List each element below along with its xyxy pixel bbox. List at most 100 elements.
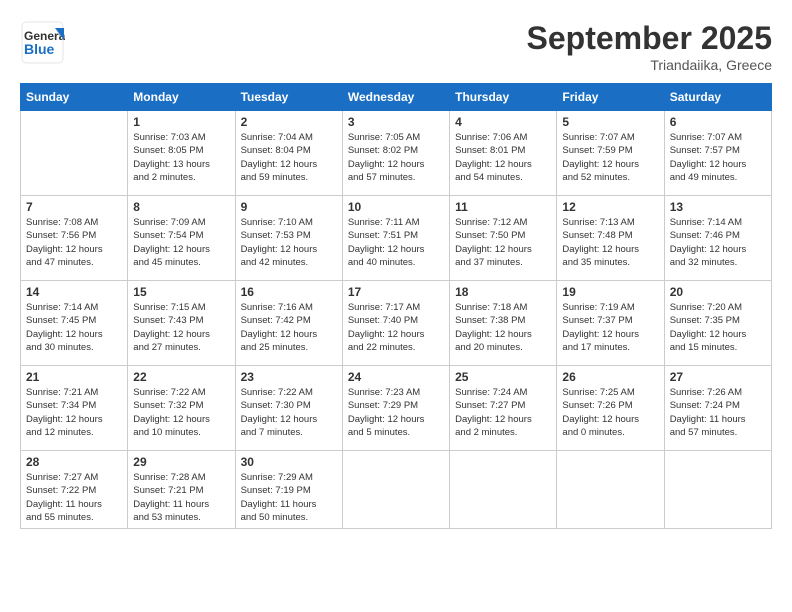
table-row: 6 Sunrise: 7:07 AMSunset: 7:57 PMDaylight… (664, 111, 771, 196)
day-number: 1 (133, 115, 229, 129)
day-number: 12 (562, 200, 658, 214)
col-friday: Friday (557, 84, 664, 111)
day-info: Sunrise: 7:15 AMSunset: 7:43 PMDaylight:… (133, 301, 229, 354)
page-header: General Blue September 2025 Triandaiika,… (20, 20, 772, 73)
day-info: Sunrise: 7:23 AMSunset: 7:29 PMDaylight:… (348, 386, 444, 439)
day-number: 27 (670, 370, 766, 384)
table-row: 9 Sunrise: 7:10 AMSunset: 7:53 PMDaylight… (235, 196, 342, 281)
day-number: 23 (241, 370, 337, 384)
table-row: 2 Sunrise: 7:04 AMSunset: 8:04 PMDaylight… (235, 111, 342, 196)
table-row (342, 451, 449, 529)
table-row: 22Sunrise: 7:22 AMSunset: 7:32 PMDayligh… (128, 366, 235, 451)
day-info: Sunrise: 7:03 AMSunset: 8:05 PMDaylight:… (133, 131, 229, 184)
day-number: 25 (455, 370, 551, 384)
calendar-header-row: Sunday Monday Tuesday Wednesday Thursday… (21, 84, 772, 111)
table-row: 30Sunrise: 7:29 AMSunset: 7:19 PMDayligh… (235, 451, 342, 529)
table-row: 20 Sunrise: 7:20 AMSunset: 7:35 PMDayligh… (664, 281, 771, 366)
svg-text:Blue: Blue (24, 41, 55, 57)
day-number: 28 (26, 455, 122, 469)
day-info: Sunrise: 7:07 AMSunset: 7:57 PMDaylight:… (670, 131, 766, 184)
day-info: Sunrise: 7:07 AMSunset: 7:59 PMDaylight:… (562, 131, 658, 184)
day-number: 24 (348, 370, 444, 384)
day-info: Sunrise: 7:08 AMSunset: 7:56 PMDaylight:… (26, 216, 122, 269)
day-info: Sunrise: 7:09 AMSunset: 7:54 PMDaylight:… (133, 216, 229, 269)
day-info: Sunrise: 7:24 AMSunset: 7:27 PMDaylight:… (455, 386, 551, 439)
table-row (21, 111, 128, 196)
table-row: 11 Sunrise: 7:12 AMSunset: 7:50 PMDayligh… (450, 196, 557, 281)
day-info: Sunrise: 7:28 AMSunset: 7:21 PMDaylight:… (133, 471, 229, 524)
col-sunday: Sunday (21, 84, 128, 111)
table-row: 16 Sunrise: 7:16 AMSunset: 7:42 PMDayligh… (235, 281, 342, 366)
table-row: 19 Sunrise: 7:19 AMSunset: 7:37 PMDayligh… (557, 281, 664, 366)
table-row: 3Sunrise: 7:05 AMSunset: 8:02 PMDaylight… (342, 111, 449, 196)
day-number: 3 (348, 115, 444, 129)
week-row-3: 14 Sunrise: 7:14 AMSunset: 7:45 PMDayligh… (21, 281, 772, 366)
day-number: 9 (241, 200, 337, 214)
day-info: Sunrise: 7:22 AMSunset: 7:32 PMDaylight:… (133, 386, 229, 439)
week-row-1: 1 Sunrise: 7:03 AMSunset: 8:05 PMDaylight… (21, 111, 772, 196)
week-row-2: 7 Sunrise: 7:08 AMSunset: 7:56 PMDaylight… (21, 196, 772, 281)
day-number: 19 (562, 285, 658, 299)
day-info: Sunrise: 7:12 AMSunset: 7:50 PMDaylight:… (455, 216, 551, 269)
day-number: 29 (133, 455, 229, 469)
table-row: 27 Sunrise: 7:26 AMSunset: 7:24 PMDayligh… (664, 366, 771, 451)
table-row: 12 Sunrise: 7:13 AMSunset: 7:48 PMDayligh… (557, 196, 664, 281)
day-number: 15 (133, 285, 229, 299)
day-number: 2 (241, 115, 337, 129)
day-info: Sunrise: 7:04 AMSunset: 8:04 PMDaylight:… (241, 131, 337, 184)
day-info: Sunrise: 7:20 AMSunset: 7:35 PMDaylight:… (670, 301, 766, 354)
day-info: Sunrise: 7:19 AMSunset: 7:37 PMDaylight:… (562, 301, 658, 354)
day-info: Sunrise: 7:10 AMSunset: 7:53 PMDaylight:… (241, 216, 337, 269)
day-number: 5 (562, 115, 658, 129)
day-info: Sunrise: 7:26 AMSunset: 7:24 PMDaylight:… (670, 386, 766, 439)
day-info: Sunrise: 7:14 AMSunset: 7:45 PMDaylight:… (26, 301, 122, 354)
day-info: Sunrise: 7:29 AMSunset: 7:19 PMDaylight:… (241, 471, 337, 524)
col-saturday: Saturday (664, 84, 771, 111)
location: Triandaiika, Greece (527, 57, 772, 73)
day-info: Sunrise: 7:27 AMSunset: 7:22 PMDaylight:… (26, 471, 122, 524)
logo: General Blue (20, 20, 65, 60)
day-number: 17 (348, 285, 444, 299)
day-number: 8 (133, 200, 229, 214)
table-row: 10 Sunrise: 7:11 AMSunset: 7:51 PMDayligh… (342, 196, 449, 281)
logo-icon: General Blue (20, 20, 60, 60)
col-thursday: Thursday (450, 84, 557, 111)
day-info: Sunrise: 7:17 AMSunset: 7:40 PMDaylight:… (348, 301, 444, 354)
day-info: Sunrise: 7:13 AMSunset: 7:48 PMDaylight:… (562, 216, 658, 269)
day-number: 13 (670, 200, 766, 214)
week-row-5: 28 Sunrise: 7:27 AMSunset: 7:22 PMDayligh… (21, 451, 772, 529)
day-number: 16 (241, 285, 337, 299)
day-number: 14 (26, 285, 122, 299)
table-row (450, 451, 557, 529)
col-tuesday: Tuesday (235, 84, 342, 111)
month-title: September 2025 (527, 20, 772, 57)
day-number: 20 (670, 285, 766, 299)
day-info: Sunrise: 7:18 AMSunset: 7:38 PMDaylight:… (455, 301, 551, 354)
day-info: Sunrise: 7:16 AMSunset: 7:42 PMDaylight:… (241, 301, 337, 354)
day-number: 10 (348, 200, 444, 214)
day-number: 11 (455, 200, 551, 214)
table-row: 21Sunrise: 7:21 AMSunset: 7:34 PMDayligh… (21, 366, 128, 451)
table-row: 24 Sunrise: 7:23 AMSunset: 7:29 PMDayligh… (342, 366, 449, 451)
day-info: Sunrise: 7:25 AMSunset: 7:26 PMDaylight:… (562, 386, 658, 439)
day-info: Sunrise: 7:14 AMSunset: 7:46 PMDaylight:… (670, 216, 766, 269)
table-row: 8 Sunrise: 7:09 AMSunset: 7:54 PMDaylight… (128, 196, 235, 281)
table-row: 7 Sunrise: 7:08 AMSunset: 7:56 PMDaylight… (21, 196, 128, 281)
table-row: 17 Sunrise: 7:17 AMSunset: 7:40 PMDayligh… (342, 281, 449, 366)
table-row: 23Sunrise: 7:22 AMSunset: 7:30 PMDayligh… (235, 366, 342, 451)
day-number: 4 (455, 115, 551, 129)
table-row: 15 Sunrise: 7:15 AMSunset: 7:43 PMDayligh… (128, 281, 235, 366)
table-row: 14 Sunrise: 7:14 AMSunset: 7:45 PMDayligh… (21, 281, 128, 366)
table-row: 29 Sunrise: 7:28 AMSunset: 7:21 PMDayligh… (128, 451, 235, 529)
table-row: 5 Sunrise: 7:07 AMSunset: 7:59 PMDaylight… (557, 111, 664, 196)
day-number: 7 (26, 200, 122, 214)
day-number: 18 (455, 285, 551, 299)
calendar: Sunday Monday Tuesday Wednesday Thursday… (20, 83, 772, 529)
table-row: 4Sunrise: 7:06 AMSunset: 8:01 PMDaylight… (450, 111, 557, 196)
day-info: Sunrise: 7:11 AMSunset: 7:51 PMDaylight:… (348, 216, 444, 269)
day-number: 21 (26, 370, 122, 384)
day-number: 6 (670, 115, 766, 129)
week-row-4: 21Sunrise: 7:21 AMSunset: 7:34 PMDayligh… (21, 366, 772, 451)
table-row: 26 Sunrise: 7:25 AMSunset: 7:26 PMDayligh… (557, 366, 664, 451)
day-number: 26 (562, 370, 658, 384)
